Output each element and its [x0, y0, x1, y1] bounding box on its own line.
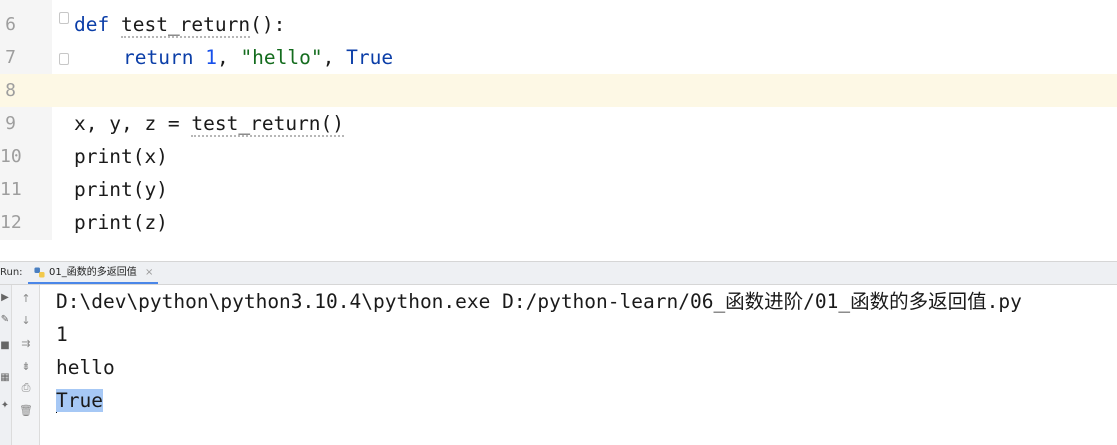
- function-call: test_return(): [191, 112, 345, 137]
- assignment: x, y, z =: [74, 112, 192, 135]
- soft-wrap-icon[interactable]: ⇉: [19, 336, 33, 350]
- run-tab-title: 01_函数的多返回值: [49, 267, 137, 278]
- pin-icon[interactable]: ✦: [0, 399, 10, 411]
- code-line-9[interactable]: 9 x, y, z = test_return(): [0, 107, 1117, 140]
- run-label: Run:: [0, 267, 23, 278]
- line-number: 11: [0, 179, 22, 200]
- wrench-icon[interactable]: ✎: [0, 313, 10, 325]
- keyword-def: def: [74, 13, 110, 36]
- editor-panel-splitter[interactable]: [0, 240, 1117, 261]
- function-name: test_return: [120, 13, 251, 38]
- trash-icon[interactable]: 🗑: [19, 403, 33, 417]
- stop-icon[interactable]: ■: [0, 339, 10, 351]
- line-number: 8: [5, 80, 16, 101]
- console-toolbar: ↑ ↓ ⇉ ⇟ ⎙ 🗑: [12, 285, 40, 445]
- code-text: print(x): [74, 145, 168, 168]
- python-icon: [34, 267, 45, 278]
- code-text: print(z): [74, 211, 168, 234]
- rerun-icon[interactable]: ▶: [0, 291, 10, 303]
- layout-icon[interactable]: ▦: [0, 371, 10, 383]
- console-output-line: hello: [56, 356, 115, 379]
- code-text: print(y): [74, 178, 168, 201]
- line-number: 12: [0, 212, 22, 233]
- code-editor[interactable]: 6 def test_return(): 7 return 1, "hello"…: [0, 0, 1117, 240]
- code-text: def test_return():: [74, 8, 285, 41]
- scroll-to-end-icon[interactable]: ⇟: [19, 359, 33, 373]
- down-arrow-icon[interactable]: ↓: [19, 313, 33, 327]
- run-tab-bar: Run: 01_函数的多返回值 ×: [0, 261, 1117, 285]
- code-line-7[interactable]: 7 return 1, "hello", True: [0, 41, 1117, 74]
- run-tab[interactable]: 01_函数的多返回值 ×: [28, 262, 158, 284]
- run-actions-toolbar: ▶ ✎ ■ ▦ ✦: [0, 285, 12, 445]
- console-command-line: D:\dev\python\python3.10.4\python.exe D:…: [56, 290, 1022, 313]
- keyword-true: True: [346, 46, 394, 69]
- close-icon[interactable]: ×: [145, 262, 153, 283]
- code-line-10[interactable]: 10 print(x): [0, 140, 1117, 173]
- print-icon[interactable]: ⎙: [19, 381, 33, 395]
- console-output-line: 1: [56, 323, 68, 346]
- code-text: x, y, z = test_return(): [74, 107, 345, 140]
- code-line-8-current[interactable]: 8: [0, 74, 1117, 107]
- line-number: 6: [5, 14, 16, 35]
- console-output-line-selected: True: [56, 384, 103, 417]
- comma: ,: [322, 46, 347, 69]
- number-literal: 1: [205, 46, 217, 69]
- code-line-12[interactable]: 12 print(z): [0, 206, 1117, 239]
- line-number: 10: [0, 146, 22, 167]
- code-line-6[interactable]: 6 def test_return():: [0, 8, 1117, 41]
- fold-marker-icon[interactable]: [59, 12, 69, 24]
- comma: ,: [216, 46, 241, 69]
- fold-end-marker-icon[interactable]: [59, 53, 69, 65]
- keyword-return: return: [123, 46, 194, 69]
- line-number: 9: [5, 113, 16, 134]
- line-number: 7: [5, 47, 16, 68]
- parens-colon: ():: [250, 13, 286, 36]
- code-line-11[interactable]: 11 print(y): [0, 173, 1117, 206]
- selected-text[interactable]: True: [56, 389, 103, 412]
- code-text: return 1, "hello", True: [123, 41, 393, 74]
- up-arrow-icon[interactable]: ↑: [19, 291, 33, 305]
- string-literal: "hello": [240, 46, 323, 69]
